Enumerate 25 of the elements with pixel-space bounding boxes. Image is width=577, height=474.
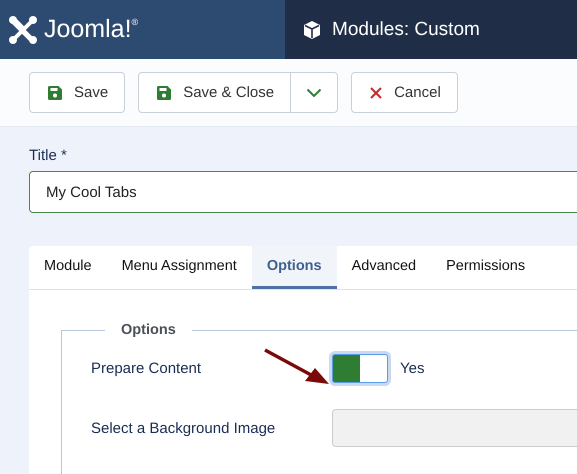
cube-icon — [302, 20, 322, 40]
tab[interactable]: Menu Assignment — [106, 246, 252, 289]
save-button[interactable]: Save — [29, 72, 126, 113]
page-title: Modules: Custom — [332, 18, 480, 40]
logo-icon — [8, 14, 38, 44]
cancel-button[interactable]: Cancel — [351, 72, 458, 113]
tab[interactable]: Permissions — [431, 246, 540, 289]
chevron-down-icon — [306, 88, 322, 98]
title-field[interactable]: My Cool Tabs — [29, 171, 577, 213]
field-label: Prepare Content — [91, 360, 202, 377]
save-icon — [48, 86, 62, 100]
save-button[interactable]: Save & Close — [138, 72, 292, 113]
dropdown-toggle[interactable] — [290, 72, 338, 113]
save-icon — [157, 86, 172, 100]
close-icon — [370, 86, 382, 98]
tab[interactable]: Advanced — [336, 246, 432, 289]
image-field[interactable] — [332, 409, 577, 447]
tab[interactable]: Options — [252, 246, 337, 289]
logo-text: Joomla!$^{®}$ — [44, 15, 138, 44]
field-label: Title * — [29, 147, 68, 164]
fieldset-legend: Options — [105, 322, 192, 338]
field-label: Select a Background Image — [91, 420, 276, 436]
toggle-switch[interactable] — [332, 354, 388, 383]
tab[interactable]: Module — [29, 246, 107, 289]
switch-value: Yes — [400, 360, 424, 377]
